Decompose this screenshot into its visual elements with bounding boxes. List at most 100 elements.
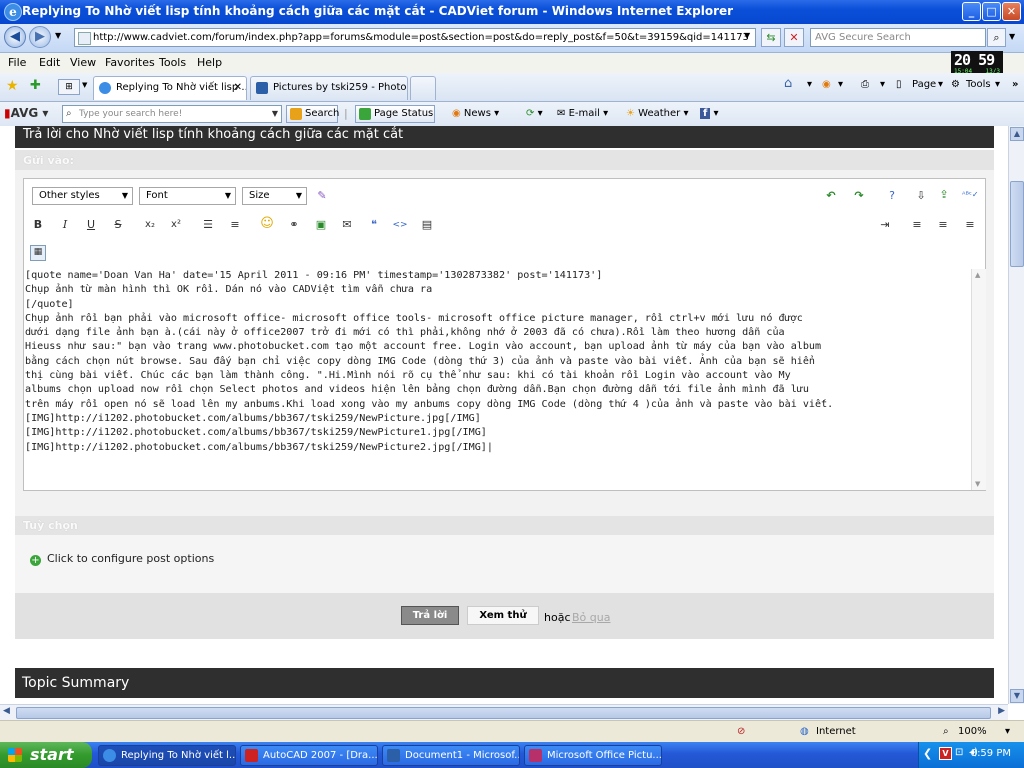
scroll-up-icon[interactable]: ▲	[975, 271, 980, 279]
submit-reply-button[interactable]: Trả lời	[401, 606, 459, 625]
refresh-feed-button[interactable]: ⟳ ▾	[526, 108, 543, 119]
email-button[interactable]: ✉ E-mail ▾	[557, 108, 608, 119]
add-favorite-icon[interactable]: ✚	[30, 78, 41, 93]
undo-icon[interactable]: ↶	[823, 188, 839, 204]
history-dropdown-icon[interactable]: ▼	[55, 31, 61, 40]
code-icon[interactable]: <>	[392, 217, 408, 233]
cancel-link[interactable]: Bỏ qua	[572, 611, 610, 624]
redo-icon[interactable]: ↷	[851, 188, 867, 204]
configure-options-link[interactable]: + Click to configure post options	[30, 552, 214, 566]
taskbar-item-word[interactable]: Document1 - Microsof...	[382, 745, 520, 766]
load-draft-icon[interactable]: ⇩	[913, 188, 929, 204]
close-tab-icon[interactable]: ✕	[234, 77, 242, 99]
zoom-level[interactable]: 100%	[958, 726, 987, 737]
media-icon[interactable]: ▤	[419, 217, 435, 233]
scroll-down-icon[interactable]: ▼	[1010, 689, 1024, 703]
spellcheck-icon[interactable]: ᴬᴮᶜ✓	[962, 187, 979, 203]
quote-icon[interactable]: ❝	[366, 217, 382, 233]
taskbar-item-picture-manager[interactable]: Microsoft Office Pictu...	[524, 745, 662, 766]
maximize-button[interactable]: □	[982, 2, 1001, 21]
link-icon[interactable]: ⚭	[286, 217, 302, 233]
tools-dropdown-icon[interactable]: ▾	[995, 79, 1000, 90]
feed-dropdown-icon[interactable]: ▾	[838, 79, 843, 90]
taskbar-item-autocad[interactable]: AutoCAD 2007 - [Dra...	[240, 745, 378, 766]
page-vertical-scrollbar[interactable]: ▲ ▼	[1008, 126, 1024, 704]
scroll-right-icon[interactable]: ▶	[998, 706, 1005, 716]
scroll-left-icon[interactable]: ◀	[3, 706, 10, 716]
menu-edit[interactable]: Edit	[39, 56, 60, 69]
back-button[interactable]: ◀	[4, 26, 26, 48]
align-left-icon[interactable]: ≡	[909, 217, 925, 233]
numbered-list-icon[interactable]: ≡	[227, 217, 243, 233]
url-dropdown-icon[interactable]: ▼	[744, 31, 750, 40]
print-dropdown-icon[interactable]: ▾	[880, 79, 885, 90]
print-icon[interactable]: ⎙	[861, 79, 869, 90]
menu-favorites[interactable]: Favorites	[105, 56, 155, 69]
avg-search-input[interactable]: ⌕ Type your search here! ▼	[62, 105, 282, 123]
search-options-icon[interactable]: ▼	[1009, 32, 1015, 41]
rss-feed-icon[interactable]: ◉	[822, 79, 831, 90]
image-icon[interactable]: ▣	[313, 217, 329, 233]
underline-icon[interactable]: U	[83, 217, 99, 233]
tab-replying[interactable]: Replying To Nhờ viết lisp ... ✕	[93, 76, 247, 100]
page-dropdown-icon[interactable]: ▾	[938, 79, 943, 90]
favorites-star-icon[interactable]: ★	[6, 78, 19, 94]
scroll-thumb[interactable]	[16, 707, 991, 719]
superscript-icon[interactable]: x²	[168, 217, 184, 233]
new-tab-button[interactable]	[410, 76, 436, 100]
stop-button[interactable]: ✕	[784, 28, 804, 47]
align-center-icon[interactable]: ≡	[935, 217, 951, 233]
avg-search-dropdown-icon[interactable]: ▼	[272, 106, 278, 122]
bullet-list-icon[interactable]: ☰	[200, 217, 216, 233]
toggle-editor-icon[interactable]: ▦	[30, 245, 46, 261]
search-go-button[interactable]: ⌕	[987, 28, 1006, 47]
home-dropdown-icon[interactable]: ▾	[807, 79, 812, 90]
italic-icon[interactable]: I	[57, 217, 73, 233]
start-button[interactable]: start	[0, 742, 92, 768]
avg-search-button[interactable]: Search	[286, 105, 339, 123]
strikethrough-icon[interactable]: S	[110, 217, 126, 233]
emoticon-icon[interactable]: ☺	[259, 216, 275, 232]
home-icon[interactable]: ⌂	[784, 76, 792, 91]
tools-menu[interactable]: Tools	[966, 79, 991, 90]
tray-collapse-icon[interactable]: ❮	[923, 747, 932, 760]
size-select[interactable]: Size ▼	[242, 187, 307, 205]
text-color-icon[interactable]: ✎	[314, 188, 330, 204]
menu-help[interactable]: Help	[197, 56, 222, 69]
bold-icon[interactable]: B	[30, 217, 46, 233]
page-horizontal-scrollbar[interactable]: ◀ ▶	[0, 704, 1008, 721]
subscript-icon[interactable]: x₂	[142, 217, 158, 233]
align-right-icon[interactable]: ≡	[962, 217, 978, 233]
page-status-button[interactable]: Page Status	[355, 105, 435, 123]
scroll-thumb[interactable]	[1010, 181, 1024, 267]
styles-select[interactable]: Other styles ▼	[32, 187, 133, 205]
help-icon[interactable]: ?	[884, 188, 900, 204]
news-button[interactable]: ◉ News ▾	[452, 108, 499, 119]
menu-file[interactable]: File	[8, 56, 26, 69]
tab-photobucket[interactable]: Pictures by tski259 - Photobu...	[250, 76, 408, 100]
taskbar-item-ie[interactable]: Replying To Nhờ viết l...	[98, 745, 236, 766]
scroll-down-icon[interactable]: ▼	[975, 480, 980, 488]
save-draft-icon[interactable]: ⇪	[936, 187, 952, 203]
chevron-more-icon[interactable]: »	[1012, 79, 1018, 90]
font-select[interactable]: Font ▼	[139, 187, 236, 205]
page-menu[interactable]: Page	[912, 79, 936, 90]
quick-tabs-icon[interactable]: ⊞	[58, 79, 80, 95]
textarea-scrollbar[interactable]: ▲ ▼	[971, 269, 986, 490]
tab-list-dropdown-icon[interactable]: ▼	[82, 81, 87, 89]
url-field[interactable]: http://www.cadviet.com/forum/index.php?a…	[74, 28, 756, 47]
refresh-button[interactable]: ⇆	[761, 28, 781, 47]
scroll-up-icon[interactable]: ▲	[1010, 127, 1024, 141]
post-textarea[interactable]: [quote name='Doan Van Ha' date='15 April…	[25, 269, 971, 487]
email-insert-icon[interactable]: ✉	[339, 217, 355, 233]
preview-button[interactable]: Xem thử	[467, 606, 539, 625]
menu-view[interactable]: View	[70, 56, 96, 69]
facebook-button[interactable]: f ▾	[700, 108, 719, 119]
menu-tools[interactable]: Tools	[159, 56, 186, 69]
browser-search-input[interactable]: AVG Secure Search	[810, 28, 986, 47]
avg-tray-icon[interactable]: V	[939, 747, 952, 760]
minimize-button[interactable]: _	[962, 2, 981, 21]
forward-button[interactable]: ▶	[29, 26, 51, 48]
weather-button[interactable]: ☀ Weather ▾	[626, 108, 688, 119]
indent-icon[interactable]: ⇥	[877, 217, 893, 233]
